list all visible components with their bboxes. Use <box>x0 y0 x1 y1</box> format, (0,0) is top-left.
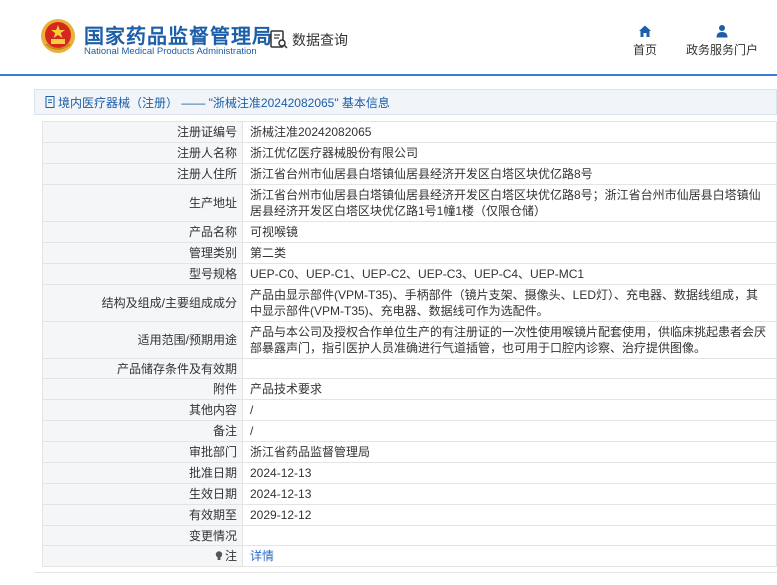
field-value: UEP-C0、UEP-C1、UEP-C2、UEP-C3、UEP-C4、UEP-M… <box>242 263 777 285</box>
table-row: 审批部门 浙江省药品监督管理局 <box>42 441 777 463</box>
table-row: 变更情况 <box>42 525 777 546</box>
data-query-label: 数据查询 <box>292 32 348 48</box>
field-value: 详情 <box>242 545 777 567</box>
table-row: 批准日期 2024-12-13 <box>42 462 777 484</box>
table-row: 结构及组成/主要组成成分 产品由显示部件(VPM-T35)、手柄部件（镜片支架、… <box>42 284 777 322</box>
field-label: 结构及组成/主要组成成分 <box>42 284 243 322</box>
field-label: 备注 <box>42 420 243 442</box>
field-label: 有效期至 <box>42 504 243 526</box>
field-value: 可视喉镜 <box>242 221 777 243</box>
table-row: 适用范围/预期用途 产品与本公司及授权合作单位生产的有注册证的一次性使用喉镜片配… <box>42 321 777 359</box>
user-icon <box>716 25 728 38</box>
table-row: 管理类别 第二类 <box>42 242 777 264</box>
table-row: 注册证编号 浙械注准20242082065 <box>42 121 777 143</box>
brand-title-en: National Medical Products Administration <box>84 46 257 57</box>
field-label: 注册人名称 <box>42 142 243 164</box>
field-label: 适用范围/预期用途 <box>42 321 243 359</box>
field-value: 2029-12-12 <box>242 504 777 526</box>
table-row: 注册人名称 浙江优亿医疗器械股份有限公司 <box>42 142 777 164</box>
field-label: 产品名称 <box>42 221 243 243</box>
field-label: 型号规格 <box>42 263 243 285</box>
nav-home-label: 首页 <box>633 43 658 57</box>
nav-service-portal-label: 政务服务门户 <box>686 43 759 57</box>
table-row: 生产地址 浙江省台州市仙居县白塔镇仙居县经济开发区白塔区块优亿路8号；浙江省台州… <box>42 184 777 222</box>
table-row: 产品名称 可视喉镜 <box>42 221 777 243</box>
details-link[interactable]: 详情 <box>250 549 274 563</box>
field-label: 注册证编号 <box>42 121 243 143</box>
note-label-cell: 注 <box>42 545 243 567</box>
device-detail-table: 注册证编号 浙械注准20242082065 注册人名称 浙江优亿医疗器械股份有限… <box>42 121 777 567</box>
nav-service-portal[interactable]: 政务服务门户 <box>686 24 758 58</box>
field-label: 注册人住所 <box>42 163 243 185</box>
table-row: 有效期至 2029-12-12 <box>42 504 777 526</box>
document-icon <box>45 96 55 108</box>
field-value: / <box>242 420 777 442</box>
field-value: 浙江省台州市仙居县白塔镇仙居县经济开发区白塔区块优亿路8号；浙江省台州市仙居县白… <box>242 184 777 222</box>
site-header: 国家药品监督管理局 National Medical Products Admi… <box>0 0 777 76</box>
national-emblem-icon <box>41 19 75 53</box>
field-value: / <box>242 399 777 421</box>
table-row: 注册人住所 浙江省台州市仙居县白塔镇仙居县经济开发区白塔区块优亿路8号 <box>42 163 777 185</box>
table-row: 产品储存条件及有效期 <box>42 358 777 379</box>
table-row: 注 详情 <box>42 545 777 567</box>
field-value: 产品由显示部件(VPM-T35)、手柄部件（镜片支架、摄像头、LED灯）、充电器… <box>242 284 777 322</box>
table-row: 型号规格 UEP-C0、UEP-C1、UEP-C2、UEP-C3、UEP-C4、… <box>42 263 777 285</box>
field-value: 2024-12-13 <box>242 462 777 484</box>
field-value <box>242 525 777 546</box>
field-label: 生产地址 <box>42 184 243 222</box>
table-row: 附件 产品技术要求 <box>42 378 777 400</box>
field-value: 浙江省药品监督管理局 <box>242 441 777 463</box>
field-value: 浙械注准20242082065 <box>242 121 777 143</box>
divider <box>34 572 777 573</box>
section-title: 境内医疗器械（注册） —— "浙械注准20242082065" 基本信息 <box>58 95 390 110</box>
field-label: 产品储存条件及有效期 <box>42 358 243 379</box>
field-value: 产品技术要求 <box>242 378 777 400</box>
table-row: 备注 / <box>42 420 777 442</box>
brand-title-cn: 国家药品监督管理局 <box>84 26 273 48</box>
data-query-link[interactable]: 数据查询 <box>270 30 348 50</box>
field-label: 审批部门 <box>42 441 243 463</box>
lightbulb-icon <box>215 551 223 560</box>
field-value: 第二类 <box>242 242 777 264</box>
nav-home[interactable]: 首页 <box>633 24 657 58</box>
field-label: 注 <box>224 549 237 563</box>
home-icon <box>639 25 651 37</box>
field-label: 管理类别 <box>42 242 243 264</box>
table-row: 生效日期 2024-12-13 <box>42 483 777 505</box>
field-label: 生效日期 <box>42 483 243 505</box>
table-row: 其他内容 / <box>42 399 777 421</box>
field-label: 其他内容 <box>42 399 243 421</box>
field-label: 附件 <box>42 378 243 400</box>
field-value: 2024-12-13 <box>242 483 777 505</box>
field-value: 浙江优亿医疗器械股份有限公司 <box>242 142 777 164</box>
field-label: 批准日期 <box>42 462 243 484</box>
field-label: 变更情况 <box>42 525 243 546</box>
breadcrumb-title: 境内医疗器械（注册） —— "浙械注准20242082065" 基本信息 <box>34 89 777 115</box>
field-value: 浙江省台州市仙居县白塔镇仙居县经济开发区白塔区块优亿路8号 <box>242 163 777 185</box>
field-value <box>242 358 777 379</box>
document-search-icon <box>270 30 288 49</box>
field-value: 产品与本公司及授权合作单位生产的有注册证的一次性使用喉镜片配套使用，供临床挑起患… <box>242 321 777 359</box>
